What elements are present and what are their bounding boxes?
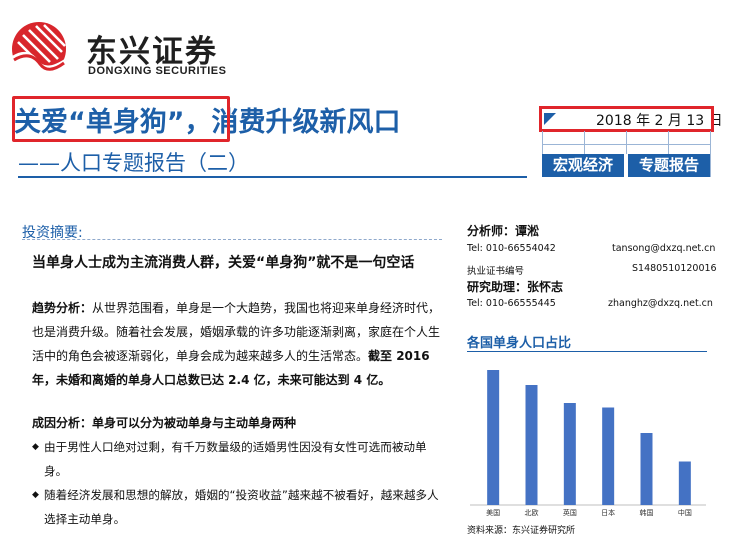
x-tick-label: 日本	[601, 508, 615, 517]
list-item: ◆ 由于男性人口绝对过剩，有千万数量级的适婚男性因没有女性可选而被动单身。	[32, 435, 442, 483]
chart-bar	[525, 385, 538, 505]
bullet-icon: ◆	[32, 490, 39, 500]
header-grid-line	[542, 144, 710, 145]
cause-heading: 成因分析：单身可以分为被动单身与主动单身两种	[32, 416, 297, 430]
analyst-2-email[interactable]: zhanghz@dxzq.net.cn	[608, 298, 713, 309]
trend-analysis-paragraph: 趋势分析：从世界范围看，单身是一个大趋势，我国也将迎来单身经济时代，也是消费升级…	[32, 296, 442, 392]
chart-bar	[602, 407, 615, 505]
chart-bar	[563, 403, 576, 505]
single-population-chart: 美国 北欧 英国 日本 韩国 中国	[470, 370, 706, 517]
logo-emblem-icon	[12, 22, 66, 78]
chart-source: 资料来源：东兴证券研究所	[467, 526, 576, 536]
bullet-icon: ◆	[32, 442, 39, 452]
header-grid-line	[626, 131, 627, 154]
analyst-2-tel: Tel: 010-66555445	[467, 298, 556, 309]
chart-bar	[678, 461, 691, 505]
chart-title-rule	[467, 351, 707, 352]
analyst-2-label: 研究助理：	[467, 280, 528, 294]
x-tick-label: 韩国	[640, 508, 654, 517]
header-grid-line	[542, 131, 543, 154]
x-tick-label: 英国	[563, 508, 577, 517]
logo-english-name: DONGXING SECURITIES	[88, 65, 227, 77]
chart-bar	[640, 433, 653, 505]
analyst-1: 分析师：谭淞	[467, 222, 539, 239]
tab-macro-economy[interactable]: 宏观经济	[542, 154, 624, 177]
bullet-text: 随着经济发展和思想的解放，婚姻的“投资收益”越来越不被看好，越来越多人选择主动单…	[44, 488, 439, 526]
title-divider	[18, 176, 527, 178]
summary-divider	[22, 239, 442, 240]
x-tick-label: 美国	[486, 508, 500, 517]
list-item: ◆ 随着经济发展和思想的解放，婚姻的“投资收益”越来越不被看好，越来越多人选择主动…	[32, 483, 442, 531]
trend-label: 趋势分析：	[32, 301, 93, 315]
date-highlight-box	[539, 106, 714, 132]
analyst-1-label: 分析师：	[467, 224, 516, 238]
analyst-2: 研究助理：张怀志	[467, 278, 563, 295]
bullet-text: 由于男性人口绝对过剩，有千万数量级的适婚男性因没有女性可选而被动单身。	[44, 440, 427, 478]
company-logo: 东兴证券 DONGXING SECURITIES	[8, 20, 238, 78]
analyst-1-email[interactable]: tansong@dxzq.net.cn	[612, 243, 715, 254]
analyst-1-cert-label: 执业证书编号	[467, 266, 525, 277]
analyst-1-cert: S1480510120016	[632, 263, 717, 274]
x-tick-label: 北欧	[525, 508, 539, 517]
analyst-1-tel: Tel: 010-66554042	[467, 243, 556, 254]
header-grid-line	[710, 131, 711, 177]
report-subtitle: ——人口专题报告（二）	[18, 151, 249, 175]
x-tick-label: 中国	[678, 508, 692, 517]
title-highlight-box	[12, 96, 230, 142]
header-grid-line	[668, 131, 669, 154]
analyst-2-name: 张怀志	[527, 280, 564, 294]
header-grid-line	[584, 131, 585, 154]
chart-title: 各国单身人口占比	[467, 336, 572, 351]
summary-lead: 当单身人士成为主流消费人群，关爱“单身狗”就不是一句空话	[32, 255, 415, 271]
analyst-1-name: 谭淞	[515, 224, 540, 238]
chart-bar	[487, 370, 500, 505]
tab-special-report[interactable]: 专题报告	[628, 154, 710, 177]
